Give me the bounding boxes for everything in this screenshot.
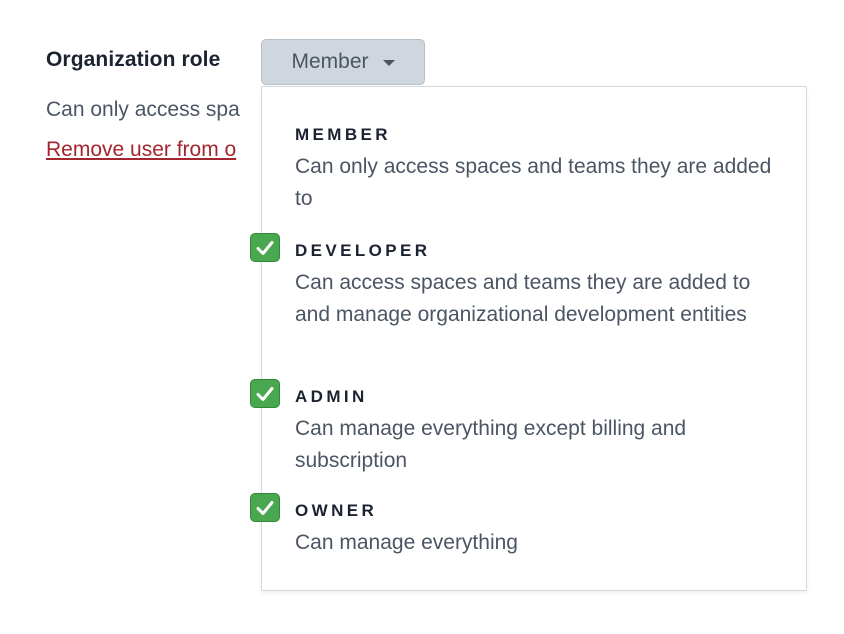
caret-down-icon — [382, 60, 395, 66]
role-option-title: MEMBER — [295, 125, 391, 144]
role-option-title: ADMIN — [295, 387, 368, 406]
white-check-mark-icon — [250, 493, 280, 522]
role-option-description: Can manage everything — [295, 531, 518, 554]
role-helper-text: Can only access spa — [46, 98, 240, 121]
organization-role-select-value: Member — [291, 50, 369, 73]
white-check-mark-icon — [250, 379, 280, 408]
role-option-owner[interactable]: OWNER Can manage everything — [250, 493, 806, 571]
role-dropdown-menu: MEMBER Can only access spaces and teams … — [250, 86, 807, 591]
organization-role-select[interactable]: Member — [261, 39, 425, 85]
white-check-mark-icon — [250, 233, 280, 262]
role-option-title: DEVELOPER — [295, 241, 431, 260]
role-option-description: Can access spaces and teams they are add… — [295, 271, 751, 326]
role-option-member[interactable]: MEMBER Can only access spaces and teams … — [262, 125, 806, 225]
role-option-title: OWNER — [295, 501, 378, 520]
role-option-developer[interactable]: DEVELOPER Can access spaces and teams th… — [250, 233, 806, 371]
role-option-description: Can manage everything except billing and… — [295, 417, 687, 472]
remove-user-link[interactable]: Remove user from o — [46, 138, 236, 162]
organization-role-label: Organization role — [46, 48, 221, 71]
role-option-admin[interactable]: ADMIN Can manage everything except billi… — [250, 379, 806, 487]
role-option-description: Can only access spaces and teams they ar… — [295, 155, 772, 210]
